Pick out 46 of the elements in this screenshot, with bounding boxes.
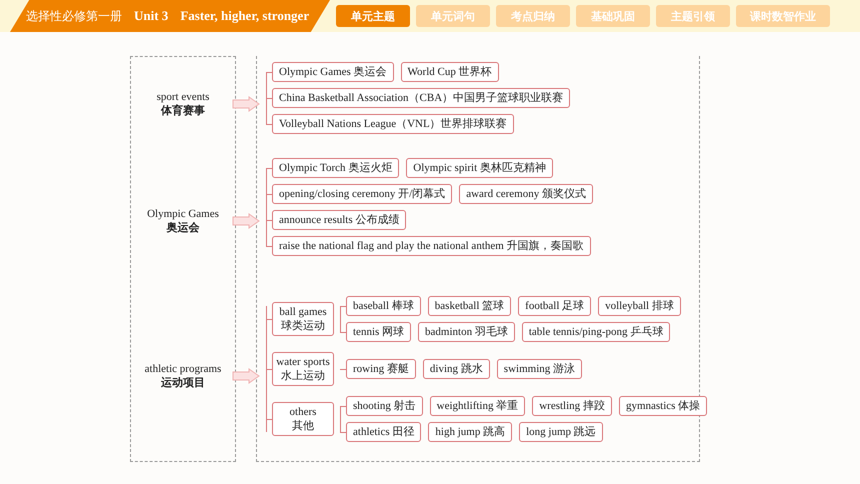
nav-tab[interactable]: 主题引领 — [656, 5, 730, 27]
arrow-icon — [232, 368, 260, 384]
term-box: tennis 网球 — [346, 322, 412, 342]
category-box: water sports 水上运动 — [272, 352, 334, 386]
category-label: 体育赛事 — [161, 102, 205, 118]
term-box: baseball 棒球 — [346, 296, 421, 316]
term-box: rowing 赛艇 — [346, 359, 416, 379]
term-box: announce results 公布成绩 — [272, 210, 406, 230]
term-box: award ceremony 颁奖仪式 — [459, 184, 593, 204]
term-box: weightlifting 举重 — [430, 396, 526, 416]
arrow-icon — [232, 213, 260, 229]
title-banner: 选择性必修第一册 Unit 3 Faster, higher, stronger — [10, 0, 330, 32]
term-box: basketball 篮球 — [428, 296, 512, 316]
term-box: China Basketball Association（CBA）中国男子篮球职业联赛 — [272, 88, 570, 108]
category-label: 运动项目 — [161, 374, 205, 390]
nav-tab[interactable]: 考点归纳 — [496, 5, 570, 27]
category-box: others 其他 — [272, 402, 334, 436]
term-box: opening/closing ceremony 开/闭幕式 — [272, 184, 452, 204]
category-label: 奥运会 — [166, 220, 200, 234]
nav-tab[interactable]: 基础巩固 — [576, 5, 650, 27]
term-box: badminton 羽毛球 — [418, 322, 515, 342]
nav-tab[interactable]: 课时数智作业 — [736, 5, 830, 27]
term-box: Volleyball Nations League（VNL）世界排球联赛 — [272, 114, 514, 134]
term-box: swimming 游泳 — [496, 359, 582, 379]
term-box: table tennis/ping-pong 乒乓球 — [522, 322, 670, 342]
category-label: Olympic Games — [147, 208, 219, 220]
arrow-icon — [232, 96, 260, 112]
term-box: diving 跳水 — [422, 359, 490, 379]
term-box: Olympic spirit 奥林匹克精神 — [406, 158, 553, 178]
term-box: Olympic Torch 奥运火炬 — [272, 158, 400, 178]
term-box: shooting 射击 — [346, 396, 423, 416]
category-label: athletic programs — [144, 362, 222, 374]
term-box: gymnastics 体操 — [618, 396, 708, 416]
nav-tab[interactable]: 单元词句 — [416, 5, 490, 27]
term-box: high jump 跳高 — [428, 422, 512, 442]
term-box: football 足球 — [518, 296, 592, 316]
term-box: athletics 田径 — [346, 422, 422, 442]
category-label: sport events — [156, 90, 210, 102]
category-box: ball games 球类运动 — [272, 302, 334, 336]
term-box: World Cup 世界杯 — [400, 62, 499, 82]
term-box: Olympic Games 奥运会 — [272, 62, 394, 82]
term-box: raise the national flag and play the national anthem 升国旗，奏国歌 — [272, 236, 591, 256]
term-box: wrestling 摔跤 — [532, 396, 612, 416]
nav-tab[interactable]: 单元主题 — [336, 5, 410, 27]
term-box: volleyball 排球 — [598, 296, 681, 316]
term-box: long jump 跳远 — [519, 422, 603, 442]
